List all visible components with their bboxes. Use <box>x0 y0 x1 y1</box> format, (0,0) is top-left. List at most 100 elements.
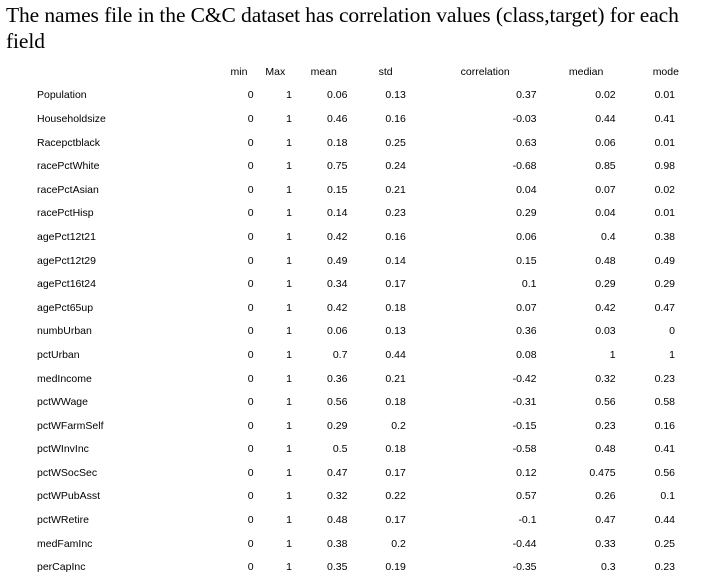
table-body: Population 0 1 0.06 0.13 0.37 0.02 0.01 Househol… <box>0 84 720 579</box>
min-cell: 0 <box>247 325 254 338</box>
max-cell: 1 <box>286 325 292 338</box>
table-row: pctWWage 0 1 0.56 0.18 -0.31 0.56 0.58 <box>0 390 720 414</box>
field-name-cell: agePct16t24 <box>37 278 96 291</box>
correlation-cell: 0.04 <box>516 183 537 196</box>
std-cell: 0.21 <box>385 372 406 385</box>
field-name-cell: medIncome <box>37 372 92 385</box>
median-cell: 0.4 <box>601 230 616 243</box>
median-cell: 0.07 <box>595 183 616 196</box>
std-cell: 0.14 <box>385 254 406 267</box>
max-cell: 1 <box>286 490 292 503</box>
std-cell: 0.22 <box>385 490 406 503</box>
mode-cell: 0.02 <box>654 183 675 196</box>
field-name-cell: pctWRetire <box>37 514 89 527</box>
max-cell: 1 <box>286 160 292 173</box>
mode-cell: 0.98 <box>654 160 675 173</box>
std-cell: 0.18 <box>385 301 406 314</box>
field-name-cell: pctWWage <box>37 396 88 409</box>
table-row: pctWRetire 0 1 0.48 0.17 -0.1 0.47 0.44 <box>0 508 720 532</box>
min-cell: 0 <box>247 443 254 456</box>
max-cell: 1 <box>286 419 292 432</box>
field-name-cell: perCapInc <box>37 561 86 574</box>
min-cell: 0 <box>247 230 254 243</box>
median-cell: 0.29 <box>595 278 616 291</box>
correlation-cell: -0.03 <box>512 112 537 125</box>
field-name-cell: pctWInvInc <box>37 443 89 456</box>
max-cell: 1 <box>286 254 292 267</box>
field-name-cell: agePct12t29 <box>37 254 96 267</box>
table-row: numbUrban 0 1 0.06 0.13 0.36 0.03 0 <box>0 320 720 344</box>
std-cell: 0.2 <box>391 537 406 550</box>
table-row: agePct16t24 0 1 0.34 0.17 0.1 0.29 0.29 <box>0 272 720 296</box>
std-cell: 0.16 <box>385 230 406 243</box>
median-cell: 0.3 <box>601 561 616 574</box>
correlation-cell: -0.42 <box>512 372 537 385</box>
table-row: perCapInc 0 1 0.35 0.19 -0.35 0.3 0.23 <box>0 555 720 579</box>
median-cell: 0.48 <box>595 254 616 267</box>
mean-cell: 0.48 <box>327 514 348 527</box>
mean-cell: 0.38 <box>327 537 348 550</box>
table-row: racePctWhite 0 1 0.75 0.24 -0.68 0.85 0.98 <box>0 154 720 178</box>
min-cell: 0 <box>247 183 254 196</box>
min-cell: 0 <box>247 561 254 574</box>
mode-cell: 0.23 <box>654 372 675 385</box>
mode-cell: 1 <box>669 348 675 361</box>
correlation-cell: 0.63 <box>516 136 537 149</box>
column-header-max: Max <box>265 65 286 78</box>
correlation-cell: 0.57 <box>516 490 537 503</box>
max-cell: 1 <box>286 136 292 149</box>
min-cell: 0 <box>247 466 254 479</box>
column-header-std: std <box>378 65 393 78</box>
field-name-cell: racePctAsian <box>37 183 99 196</box>
table-row: racePctHisp 0 1 0.14 0.23 0.29 0.04 0.01 <box>0 202 720 226</box>
min-cell: 0 <box>247 490 254 503</box>
std-cell: 0.23 <box>385 207 406 220</box>
table-row: pctWFarmSelf 0 1 0.29 0.2 -0.15 0.23 0.16 <box>0 414 720 438</box>
min-cell: 0 <box>247 419 254 432</box>
median-cell: 1 <box>609 348 616 361</box>
median-cell: 0.23 <box>595 419 616 432</box>
min-cell: 0 <box>247 348 254 361</box>
field-name-cell: agePct65up <box>37 301 94 314</box>
table-row: agePct12t29 0 1 0.49 0.14 0.15 0.48 0.49 <box>0 249 720 273</box>
table-row: medIncome 0 1 0.36 0.21 -0.42 0.32 0.23 <box>0 367 720 391</box>
mean-cell: 0.34 <box>327 278 348 291</box>
min-cell: 0 <box>247 396 254 409</box>
mean-cell: 0.42 <box>327 301 348 314</box>
table-row: Racepctblack 0 1 0.18 0.25 0.63 0.06 0.01 <box>0 131 720 155</box>
field-name-cell: Racepctblack <box>37 136 101 149</box>
min-cell: 0 <box>247 89 254 102</box>
field-statistics-table: min Max mean std correlation median mode… <box>0 60 720 579</box>
max-cell: 1 <box>286 466 292 479</box>
mean-cell: 0.29 <box>327 419 348 432</box>
median-cell: 0.44 <box>595 112 616 125</box>
mean-cell: 0.5 <box>332 443 348 456</box>
mode-cell: 0.38 <box>654 230 675 243</box>
mean-cell: 0.18 <box>327 136 348 149</box>
median-cell: 0.04 <box>595 207 616 220</box>
min-cell: 0 <box>247 514 254 527</box>
min-cell: 0 <box>247 254 254 267</box>
column-header-correlation: correlation <box>460 65 510 78</box>
std-cell: 0.19 <box>385 561 406 574</box>
mode-cell: 0.41 <box>654 443 675 456</box>
field-name-cell: pctWSocSec <box>37 466 98 479</box>
mode-cell: 0.49 <box>654 254 675 267</box>
field-name-cell: Population <box>37 89 87 102</box>
median-cell: 0.56 <box>595 396 616 409</box>
correlation-cell: 0.12 <box>516 466 537 479</box>
mode-cell: 0.58 <box>654 396 675 409</box>
mode-cell: 0.29 <box>654 278 675 291</box>
mode-cell: 0.25 <box>654 537 675 550</box>
median-cell: 0.42 <box>595 301 616 314</box>
correlation-cell: 0.06 <box>516 230 537 243</box>
max-cell: 1 <box>286 89 292 102</box>
median-cell: 0.475 <box>589 466 616 479</box>
min-cell: 0 <box>247 372 254 385</box>
correlation-cell: 0.1 <box>521 278 537 291</box>
std-cell: 0.18 <box>385 396 406 409</box>
mean-cell: 0.06 <box>327 325 348 338</box>
mean-cell: 0.36 <box>327 372 348 385</box>
field-name-cell: racePctWhite <box>37 160 100 173</box>
min-cell: 0 <box>247 278 254 291</box>
